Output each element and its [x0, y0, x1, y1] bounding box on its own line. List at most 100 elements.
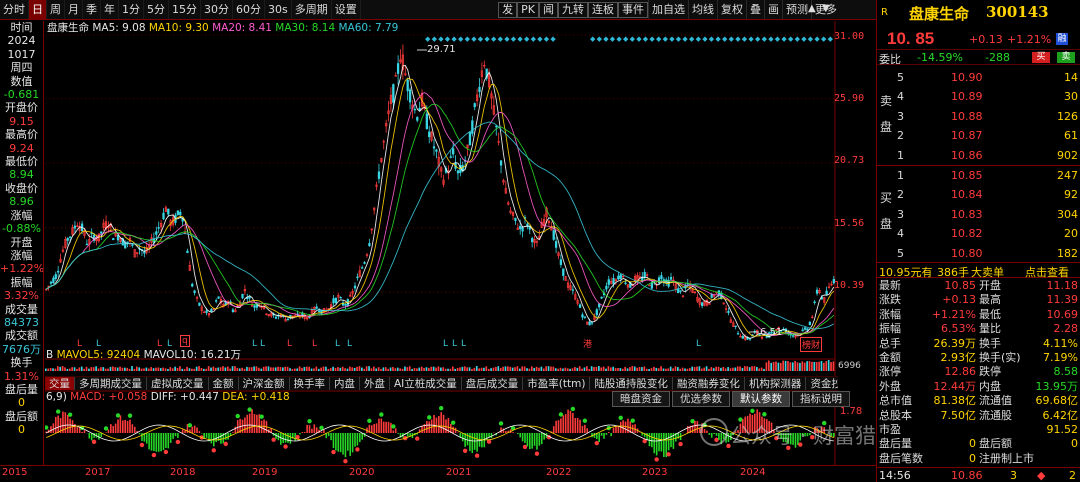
ma10-value[interactable]: MA10: 9.30	[149, 22, 209, 34]
indicator-tab[interactable]: 机构探测器	[744, 377, 807, 390]
ask-level[interactable]: 5 10.90 14	[877, 68, 1080, 87]
scroll-up-icon[interactable]: ▲	[808, 3, 816, 14]
tool-button[interactable]: 画	[764, 0, 782, 19]
indicator-tab[interactable]: 陆股通持股变化	[590, 377, 673, 390]
period-tab[interactable]: 分时	[0, 0, 29, 19]
volume-bar	[97, 368, 100, 371]
bid-level[interactable]: 5 10.80 182	[877, 244, 1080, 263]
ma30-value[interactable]: MA30: 8.14	[275, 22, 335, 34]
volume-bar	[365, 366, 368, 371]
stock-name[interactable]: 盘康生命	[909, 3, 969, 24]
buy-button[interactable]: 买	[1032, 52, 1050, 63]
sell-button[interactable]: 卖	[1057, 52, 1075, 63]
indicator-tab[interactable]: 沪深金额	[238, 377, 290, 390]
big-order-line[interactable]: 10.95元有 386手 大卖单 点击查看	[877, 262, 1080, 280]
indicator-tab[interactable]: 资金抄底	[806, 377, 838, 390]
period-tab[interactable]: 60分	[233, 0, 265, 19]
indicator-tab[interactable]: 金额	[208, 377, 239, 390]
volume-bar	[181, 368, 184, 371]
macd-axis-label: 1.78	[840, 406, 863, 417]
period-tab[interactable]: 15分	[169, 0, 201, 19]
ma5-value[interactable]: MA5: 9.08	[92, 22, 145, 34]
indicator-tab[interactable]: 交量	[45, 377, 75, 390]
candle-body	[157, 227, 160, 229]
candle-body	[825, 290, 828, 295]
period-tab[interactable]: 5分	[144, 0, 169, 19]
volume-bar	[653, 366, 655, 371]
tool-button[interactable]: 预测	[782, 0, 811, 19]
volume-bar	[95, 366, 97, 371]
bid-level[interactable]: 1 10.85 247	[877, 166, 1080, 185]
l-marker: L	[452, 339, 458, 349]
volume-bar	[322, 366, 325, 371]
ask-level[interactable]: 4 10.89 30	[877, 87, 1080, 106]
macd-option-button[interactable]: 暗盘资金	[612, 391, 670, 407]
tool-button[interactable]: PK	[517, 2, 539, 18]
indicator-tab[interactable]: AI立桩成交量	[390, 377, 462, 390]
volume-bar	[789, 362, 792, 371]
bid-level[interactable]: 2 10.84 92	[877, 185, 1080, 204]
tool-button[interactable]: 均线	[688, 0, 717, 19]
period-tab[interactable]: 月	[65, 0, 83, 19]
tool-button[interactable]: 加自选	[648, 0, 688, 19]
ma20-value[interactable]: MA20: 8.41	[212, 22, 272, 34]
period-tab[interactable]: 年	[101, 0, 119, 19]
event-dot: ◆	[550, 35, 556, 43]
scroll-down-icon[interactable]: ▼	[822, 3, 830, 14]
indicator-tab[interactable]: 虚拟成交量	[147, 377, 209, 390]
tool-button[interactable]: 九转	[558, 2, 588, 18]
volume-bar	[100, 367, 102, 371]
volume-bar	[404, 366, 406, 371]
macd-option-button[interactable]: 指标说明	[792, 391, 850, 407]
tool-button[interactable]: 事件	[618, 2, 648, 18]
indicator-tab[interactable]: 外盘	[360, 377, 390, 390]
macd-signal-dot	[618, 415, 623, 421]
volume-bar	[372, 366, 375, 371]
candle-body	[531, 238, 534, 243]
indicator-tab[interactable]: 多周期成交量	[75, 377, 147, 390]
macd-option-button[interactable]: 默认参数	[732, 391, 790, 407]
ask-level[interactable]: 2 10.87 61	[877, 126, 1080, 145]
event-dot: ◆	[722, 35, 728, 43]
tool-button[interactable]: 连板	[588, 2, 618, 18]
period-tab[interactable]: 30s	[265, 0, 292, 19]
tool-button[interactable]: 叠	[746, 0, 764, 19]
indicator-tab[interactable]: 融资融券变化	[672, 377, 745, 390]
period-tab[interactable]: 30分	[201, 0, 233, 19]
volume-bar	[832, 361, 835, 371]
event-dot: ◆	[498, 35, 504, 43]
indicator-tab[interactable]: 内盘	[330, 377, 360, 390]
tool-button[interactable]: 发	[498, 2, 518, 18]
candle-body	[176, 210, 180, 215]
period-tab[interactable]: 设置	[332, 0, 361, 19]
ask-level[interactable]: 1 10.86 902	[877, 146, 1080, 165]
ma60-value[interactable]: MA60: 7.79	[338, 22, 398, 34]
bid-level[interactable]: 4 10.82 20	[877, 224, 1080, 243]
period-tab[interactable]: 周	[47, 0, 65, 19]
volume-bar	[236, 367, 239, 371]
info-line: +1.22%	[0, 262, 43, 276]
indicator-tab[interactable]: 盘后成交量	[461, 377, 524, 390]
bid-level[interactable]: 3 10.83 304	[877, 205, 1080, 224]
period-tab[interactable]: 多周期	[292, 0, 332, 19]
event-dot: ◆	[781, 35, 787, 43]
period-tab[interactable]: 1分	[119, 0, 144, 19]
volume-bar	[337, 367, 339, 371]
tool-button[interactable]: 闻	[539, 2, 558, 18]
stock-code[interactable]: 300143	[986, 3, 1049, 21]
tool-button[interactable]: 复权	[717, 0, 746, 19]
billboard-marker[interactable]: 榜财	[800, 337, 823, 352]
volume-bar	[463, 366, 466, 371]
period-tab[interactable]: 日	[29, 0, 47, 19]
period-tab[interactable]: 季	[83, 0, 101, 19]
volume-bar	[607, 366, 610, 371]
macd-signal-dot	[666, 452, 671, 457]
view-detail-link[interactable]: 点击查看	[1025, 264, 1069, 280]
volume-bar	[820, 360, 823, 371]
indicator-tab[interactable]: 换手率	[289, 377, 330, 390]
ask-level[interactable]: 3 10.88 126	[877, 107, 1080, 126]
macd-option-button[interactable]: 优选参数	[672, 391, 730, 407]
indicator-tab[interactable]: 市盈率(ttm)	[523, 377, 591, 390]
macd-signal-dot	[103, 426, 109, 431]
volume-bar	[303, 367, 306, 371]
